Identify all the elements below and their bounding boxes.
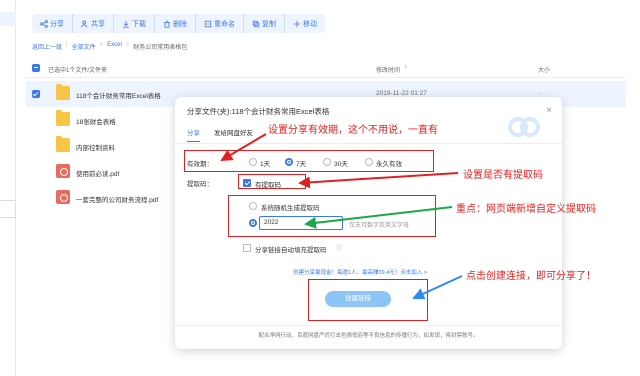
selected-count-text: 已选中1个文件/文件夹: [48, 68, 108, 74]
share-label: 分享: [50, 20, 64, 28]
annotation-custom-code: 重点：网页端新增自定义提取码: [456, 204, 596, 215]
delete-button[interactable]: 删除: [155, 14, 196, 33]
download-button[interactable]: 下载: [114, 14, 155, 33]
dialog-footer-notice: 配合净网行动，百度网盘严厉打击色情低俗等不良信息的传播行为，如发现，将封禁账号。: [258, 333, 479, 339]
file-name[interactable]: 内部控制资料: [76, 142, 115, 152]
breadcrumb-chevron: >: [125, 42, 130, 48]
move-icon: [293, 20, 301, 27]
share-button[interactable]: 分享: [32, 14, 73, 33]
rename-icon: [204, 20, 212, 27]
help-icon[interactable]: ⓘ: [336, 243, 342, 252]
file-name[interactable]: 118个会计财务常用Excel表格: [76, 90, 161, 100]
folder-icon: [56, 84, 70, 100]
folder-icon: [56, 110, 70, 126]
auto-fill-checkbox[interactable]: [243, 244, 251, 252]
highlight-custom-code-box: [228, 195, 436, 237]
trash-icon: [164, 20, 170, 28]
file-size: -: [538, 90, 541, 97]
breadcrumb-all-files-link[interactable]: 全部文件: [72, 42, 96, 51]
highlight-extract-box: [238, 174, 306, 189]
copy-label: 复制: [262, 20, 276, 28]
sidebar-active-item[interactable]: [0, 12, 16, 26]
sort-by-date-header[interactable]: 修改时间: [376, 65, 400, 74]
breadcrumb-current: 财务公司常用表格包: [133, 45, 188, 51]
sidebar-collapse-tab[interactable]: [0, 200, 16, 218]
breadcrumb-back-link[interactable]: 返回上一级: [32, 42, 62, 51]
tab-share[interactable]: 分享: [187, 127, 200, 142]
sort-arrow-icon: ↓: [404, 64, 407, 70]
pdf-icon: [56, 190, 70, 204]
copy-icon: [252, 20, 260, 27]
left-sidebar-strip: [0, 0, 16, 376]
annotation-extract: 设置是否有提取码: [463, 170, 543, 181]
download-icon: [123, 20, 129, 28]
size-header[interactable]: 大小: [538, 65, 550, 74]
file-name[interactable]: 一套完整的公司财务流程.pdf: [76, 194, 158, 204]
delete-label: 删除: [173, 20, 187, 28]
file-toolbar: 分享 共享 下载 删除 重命名 复制 移动: [32, 14, 325, 33]
promo-link[interactable]: 创建分享赢现金！每邀1人，最高赚39.4元！点击加入 >: [293, 268, 427, 276]
breadcrumb: 返回上一级 | 全部文件 > Excel > 财务公司常用表格包: [32, 42, 187, 51]
breadcrumb-chevron: >: [99, 42, 104, 48]
annotation-validity: 设置分享有效期，这个不用说，一直有: [268, 125, 438, 136]
select-all-checkbox[interactable]: [32, 64, 40, 72]
highlight-validity-box: [184, 150, 434, 172]
people-icon: [81, 20, 87, 27]
footer-divider: [175, 325, 562, 326]
close-icon[interactable]: ×: [546, 105, 552, 116]
file-date: 2019-11-22 01:27: [376, 90, 427, 97]
rename-label: 重命名: [214, 20, 235, 28]
tab-divider: [175, 143, 562, 144]
download-label: 下载: [132, 20, 146, 28]
tab-send-friend[interactable]: 发给网盘好友: [214, 127, 253, 142]
auto-fill-label[interactable]: 分享链接自动填充提取码: [255, 244, 327, 254]
annotation-create: 点击创建连接，即可分享了！: [466, 271, 596, 282]
copy-button[interactable]: 复制: [244, 14, 285, 33]
collab-share-label: 共享: [91, 20, 105, 28]
highlight-create-button-box: [308, 279, 428, 321]
file-name[interactable]: 18张财会表格: [76, 116, 116, 126]
file-name[interactable]: 使用前必读.pdf: [76, 168, 119, 178]
move-button[interactable]: 移动: [285, 14, 325, 33]
move-label: 移动: [303, 20, 317, 28]
rename-button[interactable]: 重命名: [196, 14, 244, 33]
list-header: 已选中1个文件/文件夹 修改时间 ↓ 大小: [26, 60, 626, 78]
pdf-icon: [56, 164, 70, 178]
dialog-tabs: 分享 发给网盘好友: [187, 127, 253, 142]
cloud-decoration-icon: [508, 117, 540, 137]
folder-icon: [56, 136, 70, 152]
row-checkbox[interactable]: [32, 90, 40, 98]
extract-code-label: 提取码：: [187, 181, 213, 188]
share-icon: [40, 19, 48, 28]
breadcrumb-separator: |: [66, 42, 68, 48]
breadcrumb-excel-link[interactable]: Excel: [107, 42, 122, 51]
dialog-title: 分享文件(夹):118个会计财务常用Excel表格: [187, 107, 330, 116]
collab-share-button[interactable]: 共享: [73, 14, 114, 33]
